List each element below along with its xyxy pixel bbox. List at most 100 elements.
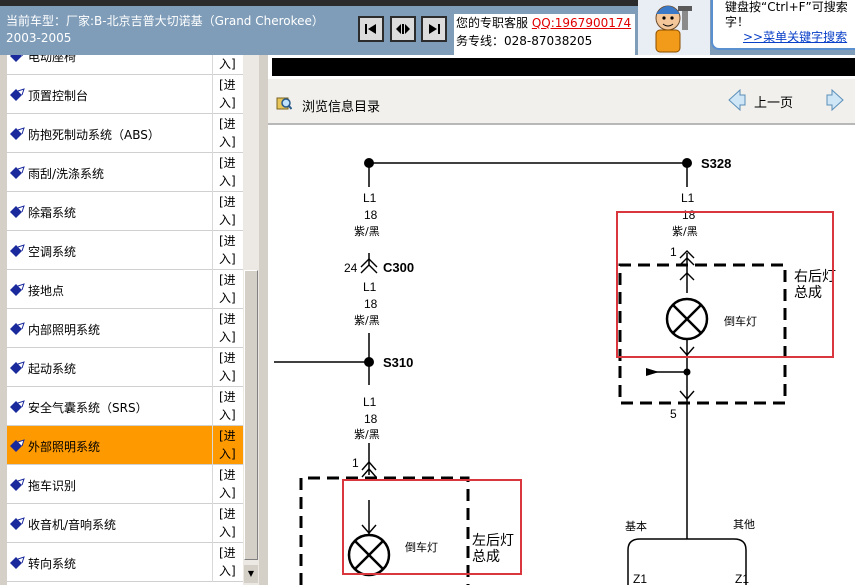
nav-forward-button[interactable] <box>421 16 447 42</box>
menu-item[interactable]: 防抱死制动系统（ABS） [进入] <box>7 114 243 153</box>
menu-item[interactable]: 除霜系统 [进入] <box>7 192 243 231</box>
wire-id: L1 <box>363 395 377 409</box>
nav-expand-button[interactable] <box>390 16 416 42</box>
enter-link[interactable]: [进入] <box>219 466 241 502</box>
menu-column-divider <box>212 348 213 387</box>
enter-link[interactable]: [进入] <box>219 154 241 190</box>
expand-arrows-icon <box>396 24 410 34</box>
menu-item[interactable]: 转向系统 [进入] <box>7 543 243 582</box>
menu-item[interactable]: 空调系统 [进入] <box>7 231 243 270</box>
menu-item-label: 顶置控制台 <box>28 89 89 103</box>
splice-node <box>364 357 374 367</box>
wire-color: 紫/黑 <box>354 225 380 238</box>
menu-item[interactable]: 内部照明系统 [进入] <box>7 309 243 348</box>
enter-link[interactable]: [进入] <box>219 232 241 268</box>
menu-item[interactable]: 电动座椅 [进入] <box>7 55 243 75</box>
menu-item[interactable]: 接地点 [进入] <box>7 270 243 309</box>
menu-item-label: 外部照明系统 <box>28 440 101 454</box>
support-qq-link[interactable]: QQ:1967900174 <box>532 16 631 30</box>
content-toolbar: 浏览信息目录 上一页 <box>268 79 855 125</box>
mascot-image <box>638 0 710 55</box>
enter-link[interactable]: [进入] <box>219 310 241 346</box>
diamond-bullet-icon <box>10 205 25 218</box>
search-tip-bubble: 键盘按“Ctrl+F”可搜索 字！ >>菜单关键字搜索 <box>711 0 855 50</box>
splice-id: S310 <box>383 355 413 370</box>
menu-item-label: 空调系统 <box>28 245 77 259</box>
enter-link[interactable]: [进入] <box>219 427 241 463</box>
support-label: 您的专职客服 <box>456 16 529 30</box>
prev-page-icon[interactable] <box>728 89 746 111</box>
menu-item[interactable]: 收音机/音响系统 [进入] <box>7 504 243 543</box>
menu-item[interactable]: 安全气囊系统（SRS） [进入] <box>7 387 243 426</box>
pin-number: 5 <box>670 407 677 421</box>
menu-column-divider <box>212 192 213 231</box>
diamond-bullet-icon <box>10 361 25 374</box>
assembly-label-right: 右后灯总成 <box>794 269 836 301</box>
menu-item[interactable]: 拖车识别 [进入] <box>7 465 243 504</box>
menu-item-label: 除霜系统 <box>28 206 77 220</box>
menu-item-label: 起动系统 <box>28 362 77 376</box>
tip-line-2: 字！ <box>725 15 750 29</box>
content-panel: 浏览信息目录 上一页 L1 18 紫/黑 24 C300 L1 18 紫/黑 S… <box>268 55 855 585</box>
nav-back-button[interactable] <box>358 16 384 42</box>
left-panel: 电动座椅[进入]顶置控制台[进入]防抱死制动系统（ABS）[进入]雨刮/洗涤系统… <box>0 55 268 585</box>
menu-column-divider <box>212 114 213 153</box>
tip-line-1: 键盘按“Ctrl+F”可搜索 <box>725 0 848 14</box>
wire-id: Z1 <box>735 572 749 585</box>
lamp-assembly-outline <box>618 263 787 405</box>
assembly-label-left: 左后灯总成 <box>472 533 514 565</box>
menu-column-divider <box>212 543 213 582</box>
next-page-icon[interactable] <box>826 89 844 111</box>
diamond-bullet-icon <box>10 55 23 62</box>
step-forward-icon <box>429 24 440 34</box>
diamond-bullet-icon <box>10 400 25 413</box>
scrollbar-thumb[interactable] <box>244 270 258 560</box>
menu-item-label: 拖车识别 <box>28 479 77 493</box>
enter-link[interactable]: [进入] <box>219 349 241 385</box>
catalog-icon[interactable] <box>276 95 292 111</box>
menu-item[interactable]: 顶置控制台 [进入] <box>7 75 243 114</box>
menu-scrollbar[interactable]: ▼ <box>243 55 259 585</box>
wire-id: L1 <box>363 280 377 294</box>
app-header: 当前车型：厂家:B-北京吉普大切诺基（Grand Cherokee）2003-2… <box>0 0 855 55</box>
header-top-strip <box>0 0 640 6</box>
menu-item[interactable]: 起动系统 [进入] <box>7 348 243 387</box>
menu-column-divider <box>212 270 213 309</box>
enter-link[interactable]: [进入] <box>219 505 241 541</box>
enter-link[interactable]: [进入] <box>219 388 241 424</box>
menu-column-divider <box>212 153 213 192</box>
support-info: 您的专职客服 QQ:1967900174 务专线：028-87038205 <box>454 14 635 55</box>
step-back-icon <box>365 24 376 34</box>
wire-id: Z1 <box>633 572 647 585</box>
menu-item[interactable]: 外部照明系统 [进入] <box>7 426 243 465</box>
prev-page-button[interactable]: 上一页 <box>754 92 793 111</box>
lamp-label: 倒车灯 <box>724 314 757 328</box>
content-title-bar <box>272 58 855 76</box>
enter-link[interactable]: [进入] <box>219 193 241 229</box>
menu-column-divider <box>212 55 213 75</box>
system-menu: 电动座椅[进入]顶置控制台[进入]防抱死制动系统（ABS）[进入]雨刮/洗涤系统… <box>7 55 243 585</box>
menu-item-label: 收音机/音响系统 <box>28 518 117 532</box>
enter-link[interactable]: [进入] <box>219 544 241 580</box>
wire-id: L1 <box>681 191 695 205</box>
diamond-bullet-icon <box>10 478 25 491</box>
menu-item-label: 防抱死制动系统（ABS） <box>28 128 160 142</box>
wire-color: 紫/黑 <box>354 428 380 441</box>
menu-column-divider <box>212 387 213 426</box>
connector-id: C300 <box>383 260 414 275</box>
branch-label: 其他 <box>733 518 755 531</box>
support-phone: 务专线：028-87038205 <box>456 34 593 48</box>
pin-number: 1 <box>670 245 677 259</box>
enter-link[interactable]: [进入] <box>219 76 241 112</box>
menu-column-divider <box>212 465 213 504</box>
browse-catalog-link[interactable]: 浏览信息目录 <box>302 96 380 115</box>
menu-column-divider <box>212 75 213 114</box>
menu-item[interactable]: 雨刮/洗涤系统 [进入] <box>7 153 243 192</box>
menu-column-divider <box>212 231 213 270</box>
keyword-search-link[interactable]: >>菜单关键字搜索 <box>743 30 847 44</box>
enter-link[interactable]: [进入] <box>219 55 241 73</box>
menu-column-divider <box>212 426 213 465</box>
enter-link[interactable]: [进入] <box>219 271 241 307</box>
scroll-down-button[interactable]: ▼ <box>244 565 258 583</box>
enter-link[interactable]: [进入] <box>219 115 241 151</box>
